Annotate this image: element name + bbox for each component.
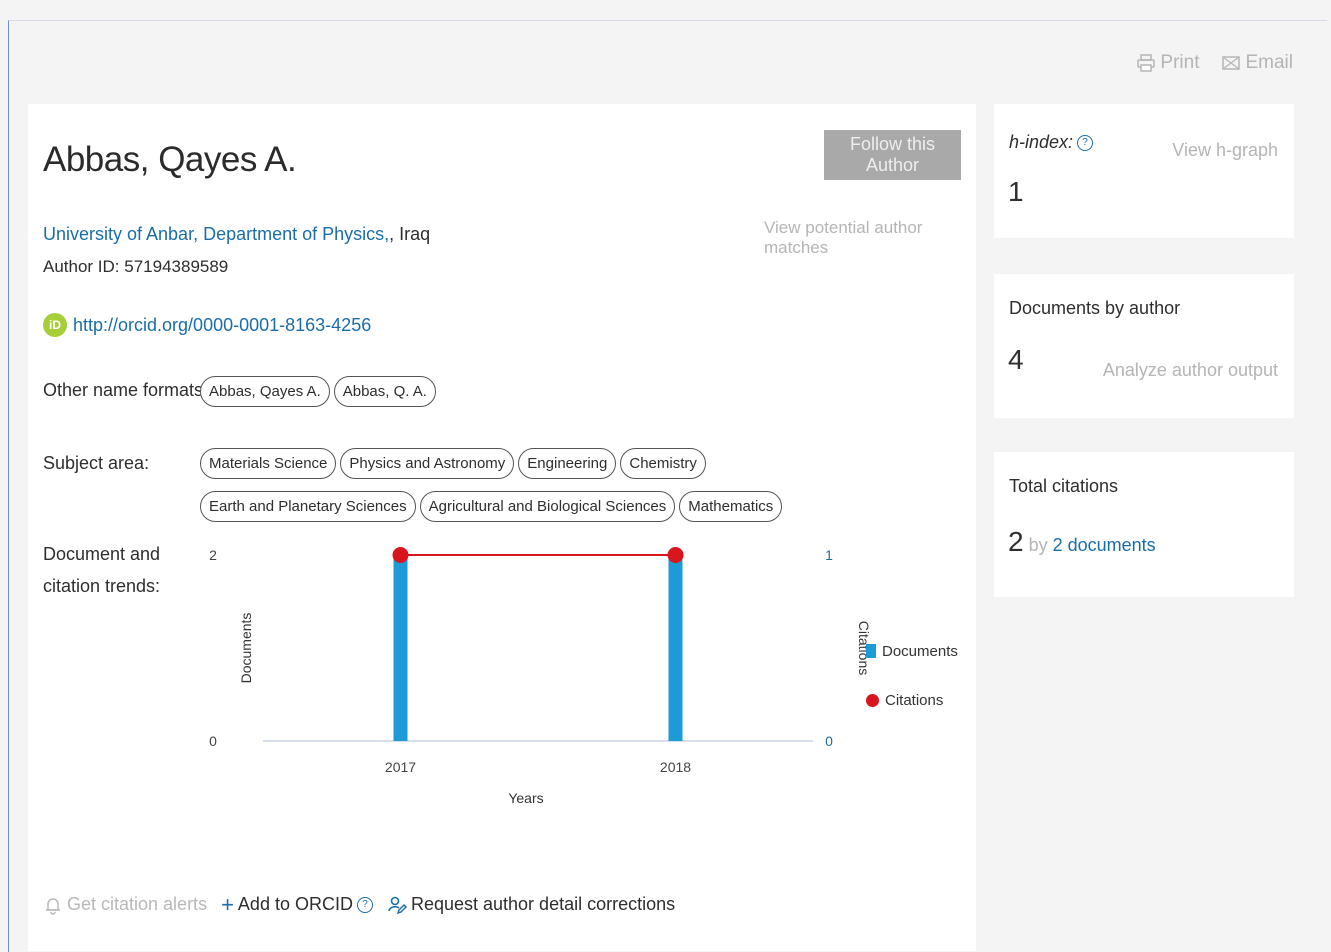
- subject-pill[interactable]: Agricultural and Biological Sciences: [419, 491, 676, 522]
- affiliation: University of Anbar, Department of Physi…: [43, 224, 430, 245]
- help-icon[interactable]: ?: [1077, 134, 1094, 151]
- x-tick-label: 2017: [385, 759, 416, 775]
- view-h-graph-link[interactable]: View h-graph: [1172, 140, 1278, 161]
- help-icon[interactable]: ?: [356, 896, 373, 913]
- trends-label: Document and citation trends:: [43, 538, 160, 602]
- h-index-label: h-index:: [1009, 132, 1074, 152]
- y-right-tick-label: 0: [825, 733, 833, 749]
- trends-label-line1: Document and: [43, 544, 161, 564]
- legend-item-documents[interactable]: Documents: [866, 639, 958, 663]
- follow-author-button[interactable]: Follow this Author: [824, 130, 961, 180]
- request-corrections-label: Request author detail corrections: [410, 894, 676, 914]
- citations-point: [392, 547, 409, 563]
- citation-alerts-label: Get citation alerts: [67, 894, 208, 914]
- request-corrections-button[interactable]: Request author detail corrections: [387, 894, 675, 915]
- view-potential-matches-link[interactable]: View potential author matches: [764, 218, 976, 258]
- subject-area-label: Subject area:: [43, 453, 150, 473]
- y-right-tick-label: 1: [825, 547, 833, 563]
- orcid-link[interactable]: http://orcid.org/0000-0001-8163-4256: [73, 315, 371, 336]
- print-label: Print: [1160, 52, 1200, 73]
- trends-chart: 0 2 0 1 2017 2018 Years Documents Citations: [198, 539, 958, 819]
- citations-summary: 2 by 2 documents: [1008, 526, 1156, 558]
- email-label: Email: [1245, 52, 1293, 73]
- name-format-pill[interactable]: Abbas, Q. A.: [333, 376, 436, 407]
- y-tick-label: 2: [209, 547, 217, 563]
- subject-pill[interactable]: Chemistry: [620, 448, 706, 479]
- subject-area-list: Materials Science Physics and Astronomy …: [200, 448, 840, 522]
- bell-icon: [46, 897, 60, 915]
- subject-pill[interactable]: Materials Science: [200, 448, 337, 479]
- affiliation-link[interactable]: University of Anbar, Department of Physi…: [43, 224, 389, 244]
- subject-pill[interactable]: Mathematics: [679, 491, 783, 522]
- name-formats-list: Abbas, Qayes A. Abbas, Q. A.: [200, 376, 436, 407]
- add-to-orcid-label: Add to ORCID: [237, 894, 353, 914]
- h-index-card: h-index: ? View h-graph 1: [994, 104, 1294, 238]
- print-button[interactable]: Print: [1136, 52, 1199, 74]
- h-index-label-row: h-index: ?: [1009, 132, 1094, 153]
- citations-label: Total citations: [1009, 476, 1119, 496]
- citations-documents-link[interactable]: 2 documents: [1053, 535, 1156, 556]
- author-name: Abbas, Qayes A.: [43, 140, 297, 179]
- analyze-output-link[interactable]: Analyze author output: [1103, 360, 1278, 381]
- y-axis-title: Documents: [238, 613, 254, 684]
- subject-pill[interactable]: Earth and Planetary Sciences: [200, 491, 416, 522]
- envelope-icon: [1222, 56, 1241, 70]
- legend-documents-swatch: [866, 644, 876, 658]
- top-toolbar: Print Email: [1136, 52, 1293, 74]
- x-axis-title: Years: [508, 790, 543, 806]
- documents-value: 4: [1008, 344, 1024, 375]
- author-id: Author ID: 57194389589: [43, 257, 229, 276]
- citations-by: by: [1028, 535, 1048, 555]
- bar-documents: [668, 555, 683, 741]
- bar-documents: [393, 555, 408, 741]
- subject-pill[interactable]: Engineering: [518, 448, 617, 479]
- documents-label: Documents by author: [1009, 298, 1181, 318]
- plus-icon: +: [221, 891, 234, 917]
- email-button[interactable]: Email: [1221, 52, 1293, 74]
- legend-citations-swatch: [866, 693, 879, 707]
- citations-point: [667, 547, 684, 563]
- subject-pill[interactable]: Physics and Astronomy: [340, 448, 515, 479]
- name-format-pill[interactable]: Abbas, Qayes A.: [200, 376, 330, 407]
- trends-chart-svg: 02012017 2018YearsDocuments Citations: [209, 547, 872, 806]
- chart-legend: Documents Citations: [866, 639, 958, 737]
- user-edit-icon: [388, 896, 407, 914]
- author-actions: Get citation alerts + Add to ORCID ? Req…: [43, 891, 675, 917]
- orcid-row: iD http://orcid.org/0000-0001-8163-4256: [43, 313, 371, 337]
- citations-card: Total citations 2 by 2 documents: [994, 452, 1294, 597]
- orcid-icon: iD: [43, 313, 67, 337]
- trends-label-line2: citation trends:: [43, 576, 161, 596]
- legend-citations-label: Citations: [885, 691, 944, 709]
- citation-alerts-button[interactable]: Get citation alerts: [43, 894, 207, 915]
- legend-item-citations[interactable]: Citations: [866, 688, 958, 712]
- add-to-orcid-button[interactable]: + Add to ORCID ?: [221, 891, 373, 917]
- author-profile-card: Abbas, Qayes A. Follow this Author View …: [28, 104, 976, 951]
- y-tick-label: 0: [209, 733, 217, 749]
- printer-icon: [1137, 54, 1156, 72]
- name-formats-label: Other name formats:: [43, 380, 209, 400]
- documents-card: Documents by author 4 Analyze author out…: [994, 274, 1294, 418]
- x-tick-label: 2018: [660, 759, 691, 775]
- citations-value: 2: [1008, 526, 1024, 557]
- legend-documents-label: Documents: [882, 642, 958, 660]
- h-index-value: 1: [1008, 176, 1024, 207]
- affiliation-country: , Iraq: [389, 224, 431, 244]
